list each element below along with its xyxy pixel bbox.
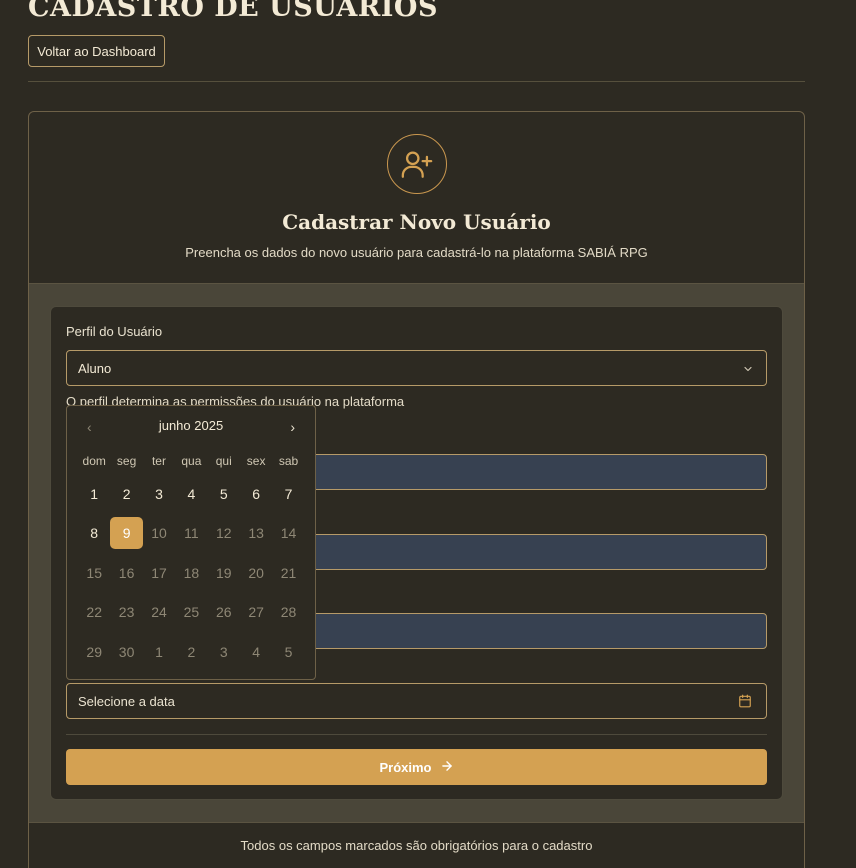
calendar-day[interactable]: 28 xyxy=(272,596,304,628)
calendar-day[interactable]: 25 xyxy=(175,596,207,628)
arrow-right-icon xyxy=(440,759,454,776)
calendar-day[interactable]: 4 xyxy=(175,478,207,510)
weekday-label: seg xyxy=(116,454,137,468)
calendar-grid: dom seg ter qua qui sex sab 1 2 3 4 5 6 7 8 9 10 11 12 13 1… xyxy=(78,454,305,668)
back-to-dashboard-button[interactable]: Voltar ao Dashboard xyxy=(28,35,165,67)
profile-select-value: Aluno xyxy=(78,360,112,376)
calendar-day[interactable]: 11 xyxy=(175,517,207,549)
calendar-day[interactable]: 23 xyxy=(110,596,142,628)
calendar-month-label: junho 2025 xyxy=(158,418,224,433)
calendar-day[interactable]: 7 xyxy=(272,478,304,510)
weekday-label: qui xyxy=(215,454,232,468)
date-picker-popover: ‹ junho 2025 › dom seg ter qua qui sex sab 123… xyxy=(66,405,316,680)
calendar-day[interactable]: 29 xyxy=(78,636,110,668)
page-title: CADASTRO DE USUÁRIOS xyxy=(28,0,438,23)
calendar-day[interactable]: 12 xyxy=(208,517,240,549)
weekday-label: qua xyxy=(181,454,202,468)
calendar-header: ‹ junho 2025 › xyxy=(67,418,315,438)
calendar-week: 1234567 xyxy=(78,470,305,510)
weekday-label: sex xyxy=(246,454,266,468)
calendar-day-selected[interactable]: 9 xyxy=(110,517,143,550)
chevron-down-icon xyxy=(742,363,754,378)
calendar-day[interactable]: 20 xyxy=(240,557,272,589)
chevron-right-icon[interactable]: › xyxy=(290,419,295,435)
weekday-label: sab xyxy=(278,454,299,468)
calendar-day[interactable]: 30 xyxy=(110,636,142,668)
calendar-day[interactable]: 18 xyxy=(175,557,207,589)
profile-label: Perfil do Usuário xyxy=(66,324,163,339)
calendar-day[interactable]: 15 xyxy=(78,557,110,589)
calendar-day[interactable]: 1 xyxy=(143,636,175,668)
profile-select[interactable]: Aluno xyxy=(66,350,767,386)
next-button-label: Próximo xyxy=(379,759,432,775)
calendar-week: 8 9 10 11 12 13 14 xyxy=(78,510,305,550)
form-divider xyxy=(66,734,767,735)
calendar-day[interactable]: 10 xyxy=(143,517,175,549)
calendar-day[interactable]: 14 xyxy=(272,517,304,549)
calendar-day[interactable]: 26 xyxy=(208,596,240,628)
calendar-icon xyxy=(738,694,752,711)
calendar-day[interactable]: 2 xyxy=(175,636,207,668)
calendar-day[interactable]: 4 xyxy=(240,636,272,668)
calendar-week: 22 23 24 25 26 27 28 xyxy=(78,589,305,629)
calendar-day[interactable]: 3 xyxy=(208,636,240,668)
card-title: Cadastrar Novo Usuário xyxy=(282,210,551,234)
calendar-day[interactable]: 19 xyxy=(208,557,240,589)
calendar-day[interactable]: 2 xyxy=(110,478,142,510)
weekday-row: dom seg ter qua qui sex sab xyxy=(78,454,305,470)
next-button[interactable]: Próximo xyxy=(66,749,767,785)
date-placeholder: Selecione a data xyxy=(78,693,175,709)
calendar-day[interactable]: 13 xyxy=(240,517,272,549)
calendar-day[interactable]: 8 xyxy=(78,517,110,549)
calendar-day[interactable]: 6 xyxy=(240,478,272,510)
calendar-day[interactable]: 22 xyxy=(78,596,110,628)
calendar-day[interactable]: 1 xyxy=(78,478,110,510)
calendar-day[interactable]: 21 xyxy=(272,557,304,589)
weekday-label: dom xyxy=(82,454,106,468)
user-plus-icon xyxy=(387,134,447,194)
calendar-day[interactable]: 3 xyxy=(143,478,175,510)
card-subtitle: Preencha os dados do novo usuário para c… xyxy=(185,245,648,260)
date-field[interactable]: Selecione a data xyxy=(66,683,767,719)
card-footer: Todos os campos marcados são obrigatório… xyxy=(29,822,804,868)
weekday-label: ter xyxy=(151,454,166,468)
calendar-day[interactable]: 27 xyxy=(240,596,272,628)
required-fields-note: Todos os campos marcados são obrigatório… xyxy=(240,838,593,853)
calendar-day[interactable]: 16 xyxy=(110,557,142,589)
calendar-week: 29 30 1 2 3 4 5 xyxy=(78,628,305,668)
header-divider xyxy=(28,81,805,82)
calendar-day[interactable]: 5 xyxy=(272,636,304,668)
card-header: Cadastrar Novo Usuário Preencha os dados… xyxy=(29,112,804,284)
calendar-day[interactable]: 5 xyxy=(208,478,240,510)
calendar-day[interactable]: 17 xyxy=(143,557,175,589)
calendar-day[interactable]: 24 xyxy=(143,596,175,628)
calendar-week: 15 16 17 18 19 20 21 xyxy=(78,549,305,589)
